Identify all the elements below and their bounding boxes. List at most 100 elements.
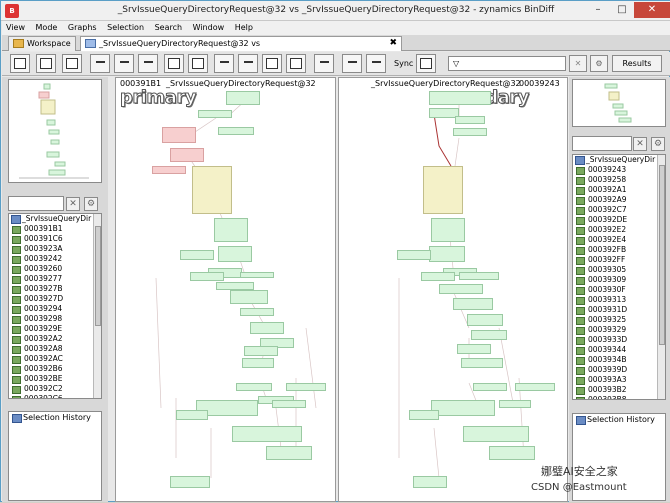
list-item[interactable]: 0003930F [573,285,665,295]
list-item[interactable]: 00039298 [9,314,101,324]
left-overview[interactable] [8,79,102,183]
tab-close-icon[interactable]: ✖ [389,37,397,50]
graph-node[interactable] [236,383,272,391]
list-item[interactable]: 000392A2 [9,334,101,344]
graph-node[interactable] [453,298,493,310]
graph-node[interactable] [176,410,208,420]
tab-workspace[interactable]: Workspace [8,36,76,51]
secondary-graph-view[interactable]: _SrvIssueQueryDirectoryRequest@32 000392… [338,77,568,502]
assign-match-button[interactable] [342,54,362,73]
list-item[interactable]: 000393B8 [573,395,665,399]
select-children-button[interactable] [238,54,258,73]
list-item[interactable]: 000392C7 [573,205,665,215]
list-item[interactable]: 0003923A [9,244,101,254]
list-item[interactable]: 00039260 [9,264,101,274]
graph-node[interactable] [272,400,306,408]
list-item[interactable]: 000392C6 [9,394,101,398]
graph-node-unmatched[interactable] [162,127,196,143]
graph-node[interactable] [250,322,284,334]
graph-node-unmatched[interactable] [152,166,186,174]
right-filter-settings-button[interactable]: ⚙ [651,137,665,151]
maximize-button[interactable]: □ [610,2,634,18]
list-item[interactable]: 000392A8 [9,344,101,354]
graph-node[interactable] [266,446,312,460]
list-item[interactable]: 000392BE [9,374,101,384]
list-item[interactable]: 00039329 [573,325,665,335]
list-item[interactable]: 00039294 [9,304,101,314]
right-list-root[interactable]: _SrvIssueQueryDir [573,155,665,165]
list-item[interactable]: 0003933D [573,335,665,345]
graph-node[interactable] [242,358,274,368]
graph-node[interactable] [216,282,254,290]
graph-node[interactable] [461,358,503,368]
graph-node[interactable] [232,426,302,442]
graph-node[interactable] [240,272,274,278]
list-item[interactable]: 0003929E [9,324,101,334]
list-item[interactable]: 000392AC [9,354,101,364]
list-item[interactable]: 000392A9 [573,195,665,205]
left-filter-combo[interactable] [8,196,64,211]
sync-toggle-button[interactable] [416,54,436,73]
graph-node[interactable] [473,383,507,391]
graph-node[interactable] [453,128,487,136]
zoom-fit-button[interactable] [164,54,184,73]
list-item[interactable]: 00039277 [9,274,101,284]
graph-node[interactable] [240,308,274,316]
list-item[interactable]: 000391B1 [9,224,101,234]
clear-search-button[interactable]: ✕ [569,55,587,72]
menu-search[interactable]: Search [151,21,186,35]
list-item[interactable]: 00039242 [9,254,101,264]
graph-node[interactable] [170,476,210,488]
graph-node-changed[interactable] [423,166,463,214]
graph-node[interactable] [421,272,455,281]
list-item[interactable]: 00039258 [573,175,665,185]
list-item[interactable]: 000392FB [573,245,665,255]
graph-node[interactable] [180,250,214,260]
menu-graphs[interactable]: Graphs [64,21,101,35]
menu-view[interactable]: View [2,21,29,35]
graph-node-unmatched[interactable] [170,148,204,162]
list-item[interactable]: 0003939D [573,365,665,375]
graph-node[interactable] [459,272,499,280]
graph-node[interactable] [286,383,326,391]
graph-node[interactable] [439,284,483,294]
right-scroll-thumb[interactable] [659,165,665,345]
left-selection-history[interactable]: Selection History [8,411,102,501]
list-item[interactable]: 00039243 [573,165,665,175]
orthogonal-layout-button[interactable] [138,54,158,73]
left-list-scrollbar[interactable] [93,214,101,398]
menu-window[interactable]: Window [189,21,229,35]
graph-node[interactable] [429,246,465,262]
graph-node[interactable] [467,314,503,326]
list-item[interactable]: 00039344 [573,345,665,355]
search-settings-button[interactable]: ⚙ [590,55,608,72]
tree-view-button[interactable] [314,54,334,73]
list-item[interactable]: 000393B2 [573,385,665,395]
primary-graph-view[interactable]: 000391B1 _SrvIssueQueryDirectoryRequest@… [115,77,336,502]
delete-match-button[interactable] [366,54,386,73]
graph-node[interactable] [429,91,491,105]
left-node-list[interactable]: _SrvIssueQueryDir 000391B1 000391C6 000392… [8,213,102,399]
circular-layout-button[interactable] [114,54,134,73]
menu-selection[interactable]: Selection [103,21,148,35]
graph-node[interactable] [463,426,529,442]
list-item[interactable]: 00039325 [573,315,665,325]
list-item[interactable]: 0003934B [573,355,665,365]
search-combo[interactable]: ▽ [448,56,566,71]
right-list-scrollbar[interactable] [657,155,665,399]
list-item[interactable]: 000392C2 [9,384,101,394]
list-item[interactable]: 000392E2 [573,225,665,235]
graph-node[interactable] [431,400,495,416]
list-item[interactable]: 0003931D [573,305,665,315]
list-item[interactable]: 000392FF [573,255,665,265]
graph-node[interactable] [409,410,439,420]
tab-comparison[interactable]: _SrvIssueQueryDirectoryRequest@32 vs _Sr… [80,36,402,61]
graph-node[interactable] [218,246,252,262]
right-node-list[interactable]: _SrvIssueQueryDir 00039243 00039258 000392… [572,154,666,400]
graph-node[interactable] [413,476,447,488]
graph-node[interactable] [457,344,491,354]
toggle-proximity-button[interactable] [10,54,30,73]
select-unmatched-button[interactable] [286,54,306,73]
graph-node[interactable] [489,446,535,460]
toggle-split-button[interactable] [62,54,82,73]
